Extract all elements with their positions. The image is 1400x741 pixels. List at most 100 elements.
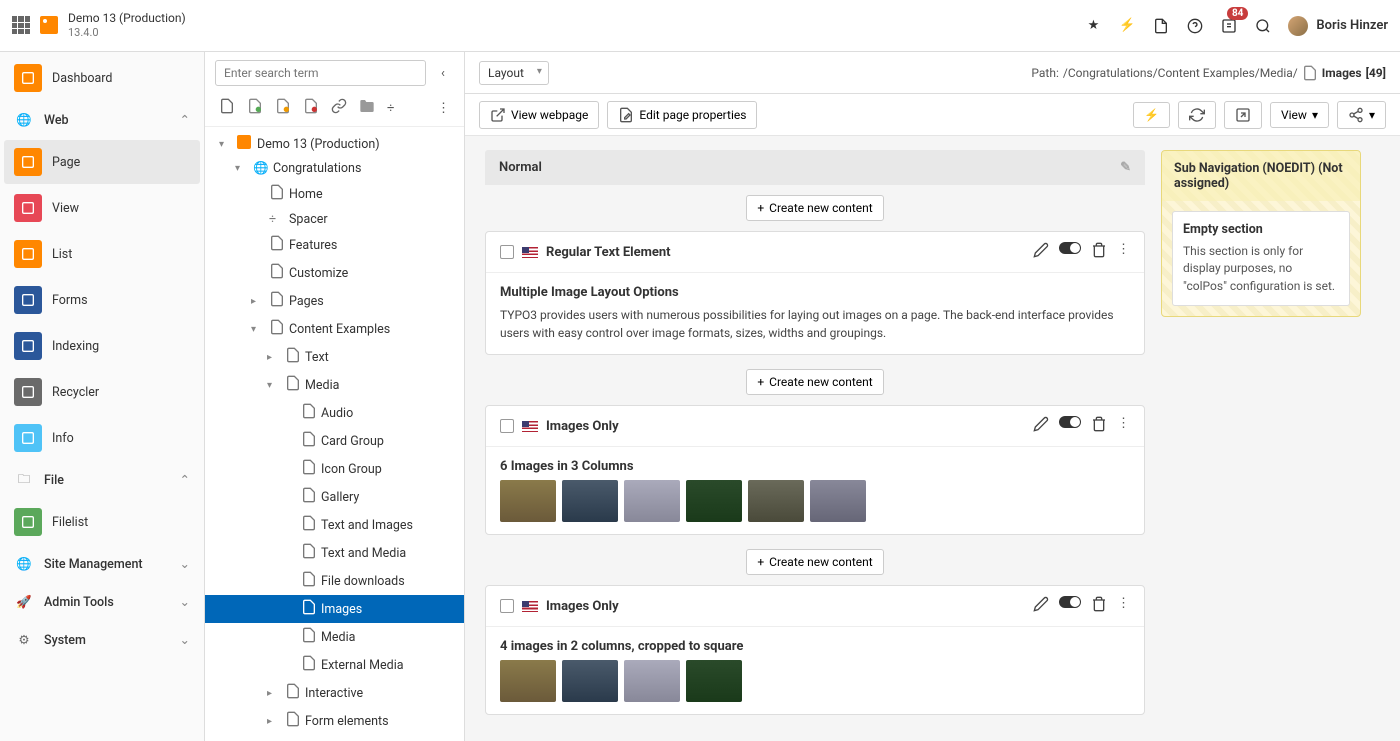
help-icon[interactable]	[1186, 17, 1204, 35]
tree-node-customize[interactable]: Customize	[205, 259, 464, 287]
user-menu[interactable]: Boris Hinzer	[1288, 16, 1388, 36]
module-item-indexing[interactable]: Indexing	[4, 324, 200, 368]
thumb[interactable]	[562, 480, 618, 522]
toggle-switch[interactable]	[1059, 242, 1081, 262]
tree-node-gallery[interactable]: Gallery	[205, 483, 464, 511]
tree-node-external-media[interactable]: External Media	[205, 651, 464, 679]
tree-node-content-examples[interactable]: ▾Content Examples	[205, 315, 464, 343]
delete-icon[interactable]	[1091, 596, 1107, 616]
tree-node-congratulations[interactable]: ▾🌐Congratulations	[205, 157, 464, 180]
edit-icon[interactable]	[1033, 596, 1049, 616]
more-icon[interactable]: ⋮	[1117, 596, 1130, 616]
tree-caret-icon: ▸	[267, 716, 279, 727]
document-icon[interactable]	[1152, 17, 1170, 35]
section-icon: 🌐	[14, 554, 34, 574]
tree-node-icon	[301, 543, 315, 563]
edit-page-icon	[618, 107, 634, 123]
module-item-admin-tools[interactable]: 🚀Admin Tools⌄	[4, 584, 200, 620]
tree-node-pages[interactable]: ▸Pages	[205, 287, 464, 315]
section-icon: ⚙	[14, 630, 34, 650]
tree-node-icon	[285, 375, 299, 395]
tree-node-images[interactable]: Images	[205, 595, 464, 623]
module-item-file[interactable]: 🗀File⌃	[4, 462, 200, 498]
more-icon[interactable]: ⋮	[1117, 416, 1130, 436]
thumb[interactable]	[686, 480, 742, 522]
view-webpage-button[interactable]: View webpage	[479, 101, 599, 129]
tree-search-input[interactable]	[215, 60, 426, 86]
tree-node-label: Form elements	[305, 714, 389, 729]
flash-icon[interactable]: ⚡	[1118, 17, 1136, 35]
tree-caret-icon: ▸	[251, 296, 263, 307]
tree-node-interactive[interactable]: ▸Interactive	[205, 679, 464, 707]
view-dropdown-button[interactable]: View ▾	[1270, 102, 1329, 128]
bookmark-icon[interactable]: ★	[1084, 17, 1102, 35]
tree-node-media[interactable]: ▾Media	[205, 371, 464, 399]
open-new-button[interactable]	[1224, 101, 1262, 129]
tree-node-features[interactable]: Features	[205, 231, 464, 259]
new-page-icon[interactable]	[219, 98, 235, 118]
tree-node-text-and-images[interactable]: Text and Images	[205, 511, 464, 539]
thumb[interactable]	[624, 480, 680, 522]
tree-node-form-elements[interactable]: ▸ Form elements	[205, 707, 464, 735]
edit-column-icon[interactable]: ✎	[1120, 160, 1131, 175]
delete-icon[interactable]	[1091, 416, 1107, 436]
module-item-web[interactable]: 🌐Web⌃	[4, 102, 200, 138]
tree-node-icon-group[interactable]: Icon Group	[205, 455, 464, 483]
module-item-site-management[interactable]: 🌐Site Management⌄	[4, 546, 200, 582]
module-item-page[interactable]: Page	[4, 140, 200, 184]
tree-node-audio[interactable]: Audio	[205, 399, 464, 427]
divider-icon[interactable]: ÷	[387, 101, 394, 116]
edit-icon[interactable]	[1033, 242, 1049, 262]
tree-node-home[interactable]: Home	[205, 180, 464, 208]
edit-icon[interactable]	[1033, 416, 1049, 436]
tree-node-text[interactable]: ▸Text	[205, 343, 464, 371]
tree-node-card-group[interactable]: Card Group	[205, 427, 464, 455]
module-item-dashboard[interactable]: Dashboard	[4, 56, 200, 100]
thumb[interactable]	[500, 660, 556, 702]
cache-flash-button[interactable]: ⚡	[1133, 102, 1170, 128]
share-button[interactable]: ▾	[1337, 101, 1386, 129]
thumb[interactable]	[624, 660, 680, 702]
module-item-view[interactable]: View	[4, 186, 200, 230]
thumb[interactable]	[562, 660, 618, 702]
tree-node-file-downloads[interactable]: File downloads	[205, 567, 464, 595]
tree-node-label: Demo 13 (Production)	[257, 137, 380, 152]
tree-node-spacer[interactable]: ÷Spacer	[205, 208, 464, 231]
tree-node-icon	[301, 599, 315, 619]
module-item-list[interactable]: List	[4, 232, 200, 276]
new-page-del-icon[interactable]	[303, 98, 319, 118]
module-item-system[interactable]: ⚙System⌄	[4, 622, 200, 658]
delete-icon[interactable]	[1091, 242, 1107, 262]
thumb[interactable]	[686, 660, 742, 702]
module-item-info[interactable]: Info	[4, 416, 200, 460]
tree-node-demo-13-production-[interactable]: ▾Demo 13 (Production)	[205, 131, 464, 157]
refresh-button[interactable]	[1178, 101, 1216, 129]
more-icon[interactable]: ⋮	[1117, 242, 1130, 262]
folder-icon[interactable]	[359, 98, 375, 118]
create-content-button[interactable]: + Create new content	[746, 195, 883, 221]
module-item-filelist[interactable]: Filelist	[4, 500, 200, 544]
layout-select[interactable]: Layout	[479, 61, 549, 85]
thumb[interactable]	[810, 480, 866, 522]
notifications-icon[interactable]: 84	[1220, 17, 1238, 35]
toggle-switch[interactable]	[1059, 416, 1081, 436]
link-icon[interactable]	[331, 98, 347, 118]
thumb[interactable]	[748, 480, 804, 522]
tree-more-icon[interactable]: ⋮	[437, 101, 450, 116]
tree-collapse-icon[interactable]: ‹	[432, 62, 454, 84]
toggle-switch[interactable]	[1059, 596, 1081, 616]
app-switcher-icon[interactable]	[12, 16, 30, 34]
new-page-plus-icon[interactable]	[247, 98, 263, 118]
module-item-recycler[interactable]: Recycler	[4, 370, 200, 414]
content-area: Layout Path: /Congratulations/Content Ex…	[465, 52, 1400, 741]
thumb[interactable]	[500, 480, 556, 522]
module-item-forms[interactable]: Forms	[4, 278, 200, 322]
tree-node-text-and-media[interactable]: Text and Media	[205, 539, 464, 567]
search-icon[interactable]	[1254, 17, 1272, 35]
edit-page-properties-button[interactable]: Edit page properties	[607, 101, 757, 129]
site-version: 13.4.0	[68, 26, 186, 40]
create-content-button[interactable]: + Create new content	[746, 549, 883, 575]
create-content-button[interactable]: + Create new content	[746, 369, 883, 395]
new-page-dup-icon[interactable]	[275, 98, 291, 118]
tree-node-media[interactable]: Media	[205, 623, 464, 651]
